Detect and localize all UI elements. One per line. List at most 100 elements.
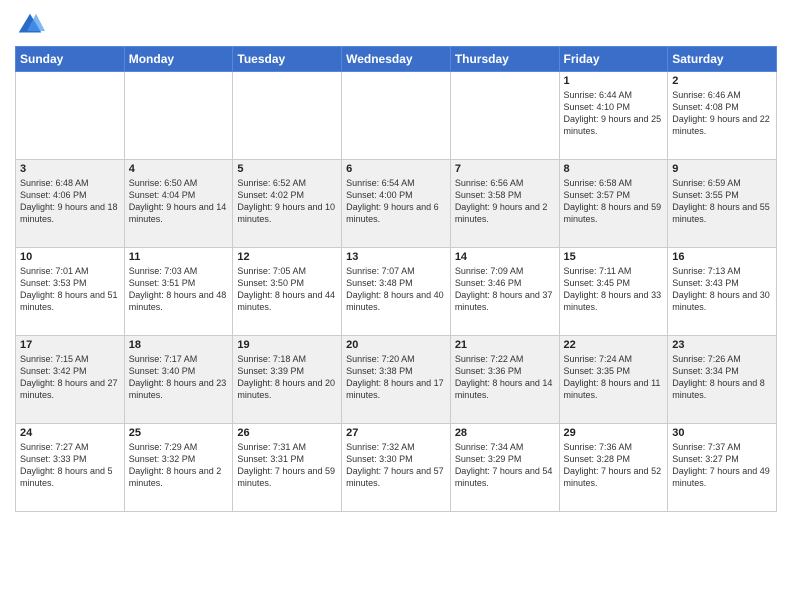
day-info: Sunrise: 7:24 AM Sunset: 3:35 PM Dayligh… [564, 353, 664, 402]
day-number: 29 [564, 427, 664, 439]
day-number: 24 [20, 427, 120, 439]
calendar-table: SundayMondayTuesdayWednesdayThursdayFrid… [15, 46, 777, 512]
calendar-cell: 5 Sunrise: 6:52 AM Sunset: 4:02 PM Daylig… [233, 160, 342, 248]
day-number: 26 [237, 427, 337, 439]
calendar-cell [342, 72, 451, 160]
day-info: Sunrise: 7:31 AM Sunset: 3:31 PM Dayligh… [237, 441, 337, 490]
day-info: Sunrise: 6:56 AM Sunset: 3:58 PM Dayligh… [455, 177, 555, 226]
day-info: Sunrise: 7:18 AM Sunset: 3:39 PM Dayligh… [237, 353, 337, 402]
weekday-header-row: SundayMondayTuesdayWednesdayThursdayFrid… [16, 47, 777, 72]
calendar-cell: 18 Sunrise: 7:17 AM Sunset: 3:40 PM Dayli… [124, 336, 233, 424]
calendar-cell: 13 Sunrise: 7:07 AM Sunset: 3:48 PM Dayli… [342, 248, 451, 336]
day-info: Sunrise: 7:05 AM Sunset: 3:50 PM Dayligh… [237, 265, 337, 314]
day-number: 15 [564, 251, 664, 263]
day-info: Sunrise: 7:32 AM Sunset: 3:30 PM Dayligh… [346, 441, 446, 490]
calendar-row: 10 Sunrise: 7:01 AM Sunset: 3:53 PM Dayli… [16, 248, 777, 336]
calendar-cell: 29 Sunrise: 7:36 AM Sunset: 3:28 PM Dayli… [559, 424, 668, 512]
calendar-cell: 23 Sunrise: 7:26 AM Sunset: 3:34 PM Dayli… [668, 336, 777, 424]
weekday-header: Saturday [668, 47, 777, 72]
calendar-cell: 24 Sunrise: 7:27 AM Sunset: 3:33 PM Dayli… [16, 424, 125, 512]
calendar-row: 17 Sunrise: 7:15 AM Sunset: 3:42 PM Dayli… [16, 336, 777, 424]
calendar-cell: 28Sunrise: 7:34 AM Sunset: 3:29 PM Dayli… [450, 424, 559, 512]
day-number: 5 [237, 163, 337, 175]
day-number: 13 [346, 251, 446, 263]
day-info: Sunrise: 6:44 AM Sunset: 4:10 PM Dayligh… [564, 89, 664, 138]
day-number: 30 [672, 427, 772, 439]
day-number: 16 [672, 251, 772, 263]
calendar-cell: 10 Sunrise: 7:01 AM Sunset: 3:53 PM Dayli… [16, 248, 125, 336]
weekday-header: Wednesday [342, 47, 451, 72]
day-number: 10 [20, 251, 120, 263]
day-info: Sunrise: 7:09 AM Sunset: 3:46 PM Dayligh… [455, 265, 555, 314]
calendar-cell: 8 Sunrise: 6:58 AM Sunset: 3:57 PM Daylig… [559, 160, 668, 248]
day-info: Sunrise: 7:34 AM Sunset: 3:29 PM Dayligh… [455, 441, 555, 490]
day-number: 1 [564, 75, 664, 87]
calendar-cell: 19 Sunrise: 7:18 AM Sunset: 3:39 PM Dayli… [233, 336, 342, 424]
calendar-cell: 11 Sunrise: 7:03 AM Sunset: 3:51 PM Dayli… [124, 248, 233, 336]
day-number: 3 [20, 163, 120, 175]
calendar-cell: 30 Sunrise: 7:37 AM Sunset: 3:27 PM Dayli… [668, 424, 777, 512]
calendar-cell: 12 Sunrise: 7:05 AM Sunset: 3:50 PM Dayli… [233, 248, 342, 336]
day-info: Sunrise: 7:26 AM Sunset: 3:34 PM Dayligh… [672, 353, 772, 402]
day-number: 18 [129, 339, 229, 351]
day-number: 7 [455, 163, 555, 175]
day-number: 21 [455, 339, 555, 351]
day-info: Sunrise: 6:59 AM Sunset: 3:55 PM Dayligh… [672, 177, 772, 226]
day-info: Sunrise: 6:54 AM Sunset: 4:00 PM Dayligh… [346, 177, 446, 226]
calendar-cell: 26 Sunrise: 7:31 AM Sunset: 3:31 PM Dayli… [233, 424, 342, 512]
weekday-header: Thursday [450, 47, 559, 72]
day-info: Sunrise: 7:01 AM Sunset: 3:53 PM Dayligh… [20, 265, 120, 314]
day-info: Sunrise: 7:27 AM Sunset: 3:33 PM Dayligh… [20, 441, 120, 490]
day-number: 2 [672, 75, 772, 87]
logo [15, 10, 49, 40]
day-info: Sunrise: 7:03 AM Sunset: 3:51 PM Dayligh… [129, 265, 229, 314]
day-info: Sunrise: 7:36 AM Sunset: 3:28 PM Dayligh… [564, 441, 664, 490]
header [15, 10, 777, 40]
calendar-cell [16, 72, 125, 160]
day-number: 12 [237, 251, 337, 263]
calendar-cell [450, 72, 559, 160]
day-info: Sunrise: 7:29 AM Sunset: 3:32 PM Dayligh… [129, 441, 229, 490]
calendar-row: 24 Sunrise: 7:27 AM Sunset: 3:33 PM Dayli… [16, 424, 777, 512]
calendar-cell: 4 Sunrise: 6:50 AM Sunset: 4:04 PM Daylig… [124, 160, 233, 248]
day-info: Sunrise: 6:52 AM Sunset: 4:02 PM Dayligh… [237, 177, 337, 226]
day-number: 25 [129, 427, 229, 439]
day-number: 11 [129, 251, 229, 263]
day-number: 6 [346, 163, 446, 175]
day-info: Sunrise: 7:37 AM Sunset: 3:27 PM Dayligh… [672, 441, 772, 490]
calendar-cell: 21Sunrise: 7:22 AM Sunset: 3:36 PM Dayli… [450, 336, 559, 424]
calendar-cell: 2 Sunrise: 6:46 AM Sunset: 4:08 PM Daylig… [668, 72, 777, 160]
calendar-cell [233, 72, 342, 160]
calendar-cell: 27Sunrise: 7:32 AM Sunset: 3:30 PM Dayli… [342, 424, 451, 512]
weekday-header: Sunday [16, 47, 125, 72]
calendar-cell: 1 Sunrise: 6:44 AM Sunset: 4:10 PM Daylig… [559, 72, 668, 160]
day-number: 19 [237, 339, 337, 351]
day-info: Sunrise: 6:46 AM Sunset: 4:08 PM Dayligh… [672, 89, 772, 138]
day-info: Sunrise: 7:07 AM Sunset: 3:48 PM Dayligh… [346, 265, 446, 314]
day-info: Sunrise: 6:50 AM Sunset: 4:04 PM Dayligh… [129, 177, 229, 226]
day-number: 14 [455, 251, 555, 263]
calendar-cell: 25 Sunrise: 7:29 AM Sunset: 3:32 PM Dayli… [124, 424, 233, 512]
calendar-cell: 16 Sunrise: 7:13 AM Sunset: 3:43 PM Dayli… [668, 248, 777, 336]
day-info: Sunrise: 7:17 AM Sunset: 3:40 PM Dayligh… [129, 353, 229, 402]
day-info: Sunrise: 6:58 AM Sunset: 3:57 PM Dayligh… [564, 177, 664, 226]
calendar-cell: 22Sunrise: 7:24 AM Sunset: 3:35 PM Dayli… [559, 336, 668, 424]
calendar-row: 1 Sunrise: 6:44 AM Sunset: 4:10 PM Daylig… [16, 72, 777, 160]
day-number: 20 [346, 339, 446, 351]
calendar-cell: 15 Sunrise: 7:11 AM Sunset: 3:45 PM Dayli… [559, 248, 668, 336]
logo-icon [15, 10, 45, 40]
day-number: 23 [672, 339, 772, 351]
day-info: Sunrise: 7:20 AM Sunset: 3:38 PM Dayligh… [346, 353, 446, 402]
day-number: 17 [20, 339, 120, 351]
weekday-header: Monday [124, 47, 233, 72]
page: SundayMondayTuesdayWednesdayThursdayFrid… [0, 0, 792, 612]
day-number: 8 [564, 163, 664, 175]
day-info: Sunrise: 7:15 AM Sunset: 3:42 PM Dayligh… [20, 353, 120, 402]
calendar-cell: 14 Sunrise: 7:09 AM Sunset: 3:46 PM Dayli… [450, 248, 559, 336]
weekday-header: Tuesday [233, 47, 342, 72]
calendar-cell: 7 Sunrise: 6:56 AM Sunset: 3:58 PM Daylig… [450, 160, 559, 248]
calendar-cell [124, 72, 233, 160]
day-number: 4 [129, 163, 229, 175]
day-info: Sunrise: 7:13 AM Sunset: 3:43 PM Dayligh… [672, 265, 772, 314]
day-info: Sunrise: 7:11 AM Sunset: 3:45 PM Dayligh… [564, 265, 664, 314]
